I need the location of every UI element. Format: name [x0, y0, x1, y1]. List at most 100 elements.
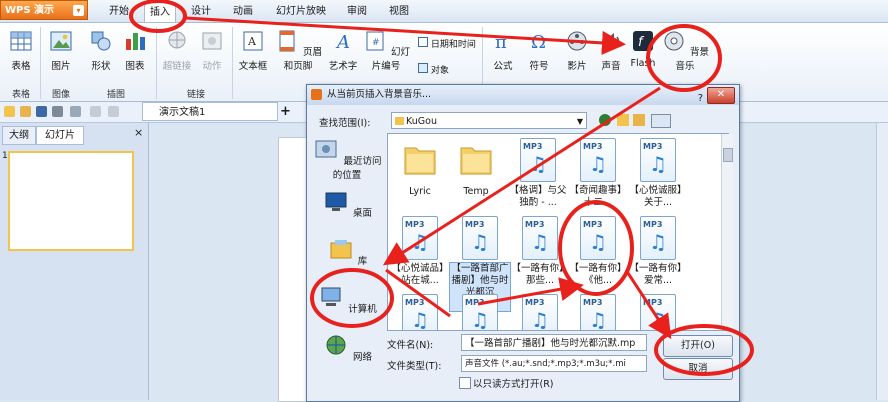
mp3-file-icon: MP3 ♫ — [580, 138, 616, 182]
separator — [232, 27, 233, 99]
header-footer-button[interactable]: 页眉和页脚 — [272, 29, 324, 72]
place-network[interactable]: 网络 — [311, 333, 383, 363]
up-folder-icon[interactable] — [617, 114, 629, 126]
chart-button[interactable]: 图表 — [118, 29, 152, 72]
back-icon[interactable] — [599, 114, 611, 126]
object-button[interactable]: 对象 — [418, 63, 449, 76]
file-item[interactable]: MP3 ♫ — [450, 294, 510, 330]
file-name: 【一路有你】那些... — [511, 263, 569, 286]
file-item[interactable]: MP3 ♫ 【心悦诚服】关于... — [628, 138, 688, 209]
file-item[interactable]: MP3 ♫ 【格调】与父独酌 - ... — [508, 138, 568, 209]
file-item[interactable]: MP3 ♫ 【一路有你】那些... — [510, 216, 570, 287]
place-desktop[interactable]: 桌面 — [311, 189, 383, 219]
tab-view[interactable]: 视图 — [384, 2, 414, 21]
header-footer-icon — [279, 30, 295, 52]
flash-icon: f — [633, 31, 653, 51]
object-label: 对象 — [430, 66, 449, 76]
place-computer[interactable]: 计算机 — [311, 285, 383, 315]
slide-thumbnail[interactable] — [8, 151, 134, 251]
formula-button[interactable]: π 公式 — [486, 29, 520, 72]
file-item[interactable]: MP3 ♫ — [510, 294, 570, 330]
place-recent-label: 最近访问的位置 — [332, 156, 382, 181]
look-in-label: 查找范围(I): — [319, 118, 371, 129]
folder-icon — [404, 147, 436, 175]
shapes-button[interactable]: 形状 — [84, 29, 118, 72]
mp3-file-icon: MP3 ♫ — [402, 294, 438, 330]
table-button[interactable]: 表格 — [4, 29, 38, 72]
file-item[interactable]: MP3 ♫ — [568, 294, 628, 330]
file-list-scrollbar[interactable] — [721, 134, 733, 328]
new-folder-icon[interactable] — [633, 114, 645, 126]
file-item[interactable]: MP3 ♫ — [628, 294, 688, 330]
wps-app-menu-button[interactable]: WPS 演示 ▾ — [0, 0, 88, 20]
place-library[interactable]: 库 — [311, 237, 383, 267]
wordart-button[interactable]: A 艺术字 — [326, 29, 360, 72]
file-type-select[interactable]: 声音文件 (*.au;*.snd;*.mp3;*.m3u;*.mi — [461, 355, 647, 372]
folder-item[interactable]: Lyric — [390, 138, 450, 198]
action-button[interactable]: 动作 — [196, 29, 228, 72]
hyperlink-button[interactable]: 超链接 — [158, 29, 196, 72]
movie-label: 影片 — [567, 61, 587, 72]
undo-icon[interactable] — [90, 106, 101, 117]
help-icon[interactable]: ? — [698, 89, 703, 109]
file-list[interactable]: Lyric Temp MP3 ♫ 【格调】与父独酌 - ... MP3 ♫ 【奇闻趣… — [387, 133, 729, 331]
svg-text:#: # — [372, 38, 380, 48]
document-tab[interactable]: 演示文稿1 — [142, 102, 278, 121]
cancel-button[interactable]: 取消 — [663, 358, 733, 380]
file-name: 【一路有你】《他... — [569, 263, 627, 286]
file-name-value: 【一路首部广播剧】他与时光都沉默.mp — [465, 338, 636, 349]
mp3-file-icon: MP3 ♫ — [580, 294, 616, 330]
tab-outline[interactable]: 大纲 — [2, 126, 36, 145]
group-table-label: 表格 — [11, 90, 30, 100]
tab-insert[interactable]: 插入 — [144, 2, 176, 22]
tab-home[interactable]: 开始 — [104, 2, 134, 21]
file-item[interactable]: MP3 ♫ 【一路有你】《他... — [568, 216, 628, 287]
group-image-label: 图像 — [51, 90, 70, 100]
preview-icon[interactable] — [70, 106, 81, 117]
symbol-button[interactable]: Ω 符号 — [522, 29, 556, 72]
textbox-button[interactable]: A 文本框 — [236, 29, 270, 72]
file-item[interactable]: MP3 ♫ 【心悦诚品】站在城... — [390, 216, 450, 287]
movie-button[interactable]: 影片 — [560, 29, 594, 72]
place-network-label: 网络 — [353, 352, 373, 363]
scroll-thumb[interactable] — [723, 148, 733, 162]
file-name-input[interactable]: 【一路首部广播剧】他与时光都沉默.mp — [461, 334, 647, 351]
place-library-label: 库 — [357, 256, 368, 267]
close-button[interactable]: ✕ — [707, 87, 735, 104]
tab-slideshow[interactable]: 幻灯片放映 — [270, 2, 332, 21]
sound-button[interactable]: 声音 — [594, 29, 628, 72]
tab-slides[interactable]: 幻灯片 — [36, 126, 84, 145]
datetime-button[interactable]: 日期和时间 — [418, 37, 476, 50]
look-in-select[interactable]: KuGou ▼ — [391, 112, 587, 129]
close-icon[interactable]: × — [134, 126, 143, 139]
readonly-checkbox[interactable] — [459, 377, 471, 389]
redo-icon[interactable] — [108, 106, 119, 117]
place-recent[interactable]: 最近访问的位置 — [311, 137, 383, 181]
open-button[interactable]: 打开(O) — [663, 335, 733, 357]
save-icon[interactable] — [36, 106, 47, 117]
open-folder-icon[interactable] — [20, 106, 31, 117]
view-menu-icon[interactable] — [651, 114, 671, 128]
tab-design[interactable]: 设计 — [186, 2, 216, 21]
folder-item[interactable]: Temp — [446, 138, 506, 198]
file-name: 【一路有你】爱常... — [629, 263, 687, 286]
picture-button[interactable]: 图片 — [44, 29, 78, 72]
vertical-scrollbar[interactable] — [876, 123, 888, 400]
look-in-value: KuGou — [406, 116, 437, 127]
background-music-button[interactable]: 背景音乐 — [660, 29, 710, 72]
flash-button[interactable]: f Flash — [626, 29, 660, 69]
slide-number-button[interactable]: # 幻灯片编号 — [360, 29, 412, 72]
file-item[interactable]: MP3 ♫ — [390, 294, 450, 330]
svg-text:Ω: Ω — [531, 32, 546, 53]
tab-review[interactable]: 审阅 — [342, 2, 372, 21]
file-item[interactable]: MP3 ♫ 【奇闻趣事】十二... — [568, 138, 628, 209]
print-icon[interactable] — [52, 106, 63, 117]
group-link-label: 链接 — [186, 90, 205, 100]
new-file-icon[interactable] — [4, 106, 15, 117]
new-tab-plus-icon[interactable]: + — [280, 104, 291, 119]
wps-icon — [311, 89, 322, 100]
tab-animation[interactable]: 动画 — [228, 2, 258, 21]
mp3-file-icon: MP3 ♫ — [462, 216, 498, 260]
file-item[interactable]: MP3 ♫ 【一路有你】爱常... — [628, 216, 688, 287]
datetime-label: 日期和时间 — [430, 40, 476, 50]
